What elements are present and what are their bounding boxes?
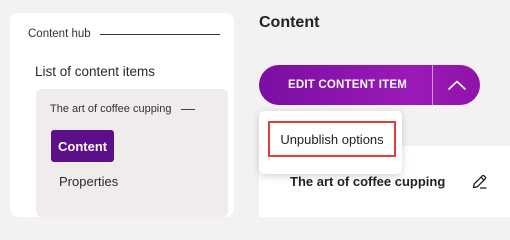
chevron-up-icon [447,80,466,90]
content-item-panel: The art of coffee cupping Content Proper… [36,89,228,217]
edit-content-item-button[interactable]: EDIT CONTENT ITEM [259,65,432,105]
divider-line [99,33,220,35]
pencil-icon[interactable] [471,173,488,190]
content-hub-header: Content hub [28,28,220,40]
options-dropdown-menu: Unpublish options [259,111,402,174]
page-title: Content [259,14,320,31]
divider-line [180,108,195,110]
content-item-header: The art of coffee cupping [50,103,212,115]
sidebar-item-properties[interactable]: Properties [59,174,118,189]
sidebar-item-content[interactable]: Content [51,130,115,162]
card-title: The art of coffee cupping [290,174,446,189]
content-item-title: The art of coffee cupping [50,103,172,115]
content-hub-title: Content hub [28,28,91,40]
edit-content-item-split-button: EDIT CONTENT ITEM [259,65,480,105]
list-of-content-items-link[interactable]: List of content items [35,64,155,79]
sidebar: Content hub List of content items The ar… [10,13,234,217]
menu-item-unpublish-options[interactable]: Unpublish options [268,121,396,157]
options-toggle-button[interactable] [433,65,480,105]
